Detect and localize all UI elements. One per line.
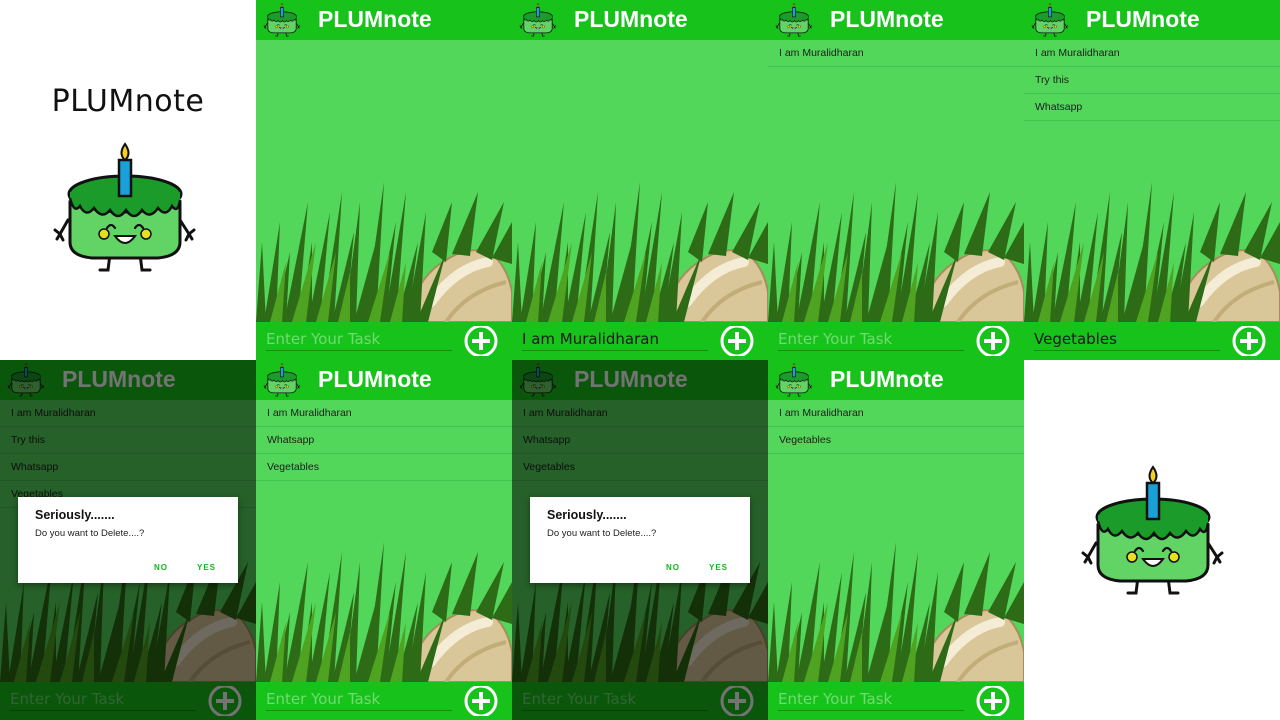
task-list-area: I am Muralidharan Vegetables — [768, 400, 1024, 682]
task-list: I am Muralidharan Try this Whatsapp — [1024, 40, 1280, 121]
grass-rock-illustration — [768, 182, 1024, 322]
input-bar — [256, 322, 512, 360]
app-screen-typing-vegetables: PLUMnote I am Muralidharan Try this Whatsa… — [1024, 0, 1280, 360]
input-bar — [768, 682, 1024, 720]
grass-rock-illustration — [768, 542, 1024, 682]
app-bar: PLUMnote — [768, 360, 1024, 400]
app-screen-one-item: PLUMnote I am Muralidharan — [768, 0, 1024, 360]
input-bar — [512, 322, 768, 360]
app-bar: PLUMnote — [1024, 0, 1280, 40]
task-input[interactable] — [266, 688, 452, 711]
dialog-no-button[interactable]: NO — [666, 563, 680, 572]
cake-mascot-icon — [263, 3, 301, 37]
dialog-message: Do you want to Delete....? — [35, 528, 145, 539]
task-list-area: I am Muralidharan — [768, 40, 1024, 322]
dialog-no-button[interactable]: NO — [154, 563, 168, 572]
grass-rock-illustration — [1024, 182, 1280, 322]
dialog-yes-button[interactable]: YES — [197, 563, 216, 572]
task-list-item[interactable]: I am Muralidharan — [768, 400, 1024, 427]
task-list-item[interactable]: Whatsapp — [256, 427, 512, 454]
input-bar — [256, 682, 512, 720]
task-input[interactable] — [1034, 328, 1220, 351]
splash-screen-2 — [1024, 360, 1280, 720]
cake-mascot-icon — [775, 363, 813, 397]
cake-mascot-icon — [519, 3, 557, 37]
app-title: PLUMnote — [574, 6, 688, 32]
app-screen-after-delete-2: PLUMnote I am Muralidharan Vegetables — [768, 360, 1024, 720]
task-list-item[interactable]: Vegetables — [768, 427, 1024, 454]
app-title: PLUMnote — [318, 6, 432, 32]
cake-mascot-icon — [1031, 3, 1069, 37]
task-list-area: I am Muralidharan Try this Whatsapp — [1024, 40, 1280, 322]
grass-rock-illustration — [256, 182, 512, 322]
app-title: PLUMnote — [830, 366, 944, 392]
app-bar: PLUMnote — [768, 0, 1024, 40]
task-list-item[interactable]: I am Muralidharan — [1024, 40, 1280, 67]
task-input[interactable] — [522, 328, 708, 351]
delete-confirm-dialog: Seriously....... Do you want to Delete..… — [530, 497, 750, 583]
dialog-yes-button[interactable]: YES — [709, 563, 728, 572]
app-title: PLUMnote — [830, 6, 944, 32]
cake-mascot-icon — [263, 363, 301, 397]
app-screen-empty: PLUMnote — [256, 0, 512, 360]
task-list: I am MuralidharanWhatsappVegetables — [256, 400, 512, 481]
task-list: I am Muralidharan — [768, 40, 1024, 67]
plus-circle-icon[interactable] — [718, 326, 756, 356]
app-bar: PLUMnote — [256, 0, 512, 40]
input-bar — [1024, 322, 1280, 360]
app-bar: PLUMnote — [256, 360, 512, 400]
app-screen-after-delete-1: PLUMnote I am Muralidharan Whatsapp Vegeta… — [256, 360, 512, 720]
task-list-item[interactable]: I am Muralidharan — [256, 400, 512, 427]
app-screen-delete-dialog-2: PLUMnote I am MuralidharanWhatsappVegeta… — [512, 360, 768, 720]
plus-circle-icon[interactable] — [462, 326, 500, 356]
cake-mascot-icon — [53, 142, 196, 272]
task-list-area — [512, 40, 768, 322]
app-bar: PLUMnote — [512, 0, 768, 40]
app-screen-delete-dialog-1: PLUMnote I am MuralidharanTry thisWhatsa… — [0, 360, 256, 720]
delete-confirm-dialog: Seriously....... Do you want to Delete..… — [18, 497, 238, 583]
task-list-item[interactable]: Try this — [1024, 67, 1280, 94]
cake-mascot-icon — [775, 3, 813, 37]
grass-rock-illustration — [256, 542, 512, 682]
task-list-item[interactable]: Vegetables — [256, 454, 512, 481]
input-bar — [768, 322, 1024, 360]
task-list-area — [256, 40, 512, 322]
splash-screen-1: PLUMnote — [0, 0, 256, 360]
grass-rock-illustration — [512, 182, 768, 322]
dialog-title: Seriously....... — [547, 508, 627, 522]
cake-mascot-icon — [1081, 465, 1224, 595]
app-screen-typing: PLUMnote — [512, 0, 768, 360]
plus-circle-icon[interactable] — [1230, 326, 1268, 356]
plus-circle-icon[interactable] — [974, 686, 1012, 716]
task-list: I am Muralidharan Vegetables — [768, 400, 1024, 454]
plus-circle-icon[interactable] — [462, 686, 500, 716]
task-input[interactable] — [778, 328, 964, 351]
task-input[interactable] — [778, 688, 964, 711]
task-list-item[interactable]: Whatsapp — [1024, 94, 1280, 121]
app-title: PLUMnote — [318, 366, 432, 392]
task-list-area: I am MuralidharanWhatsappVegetables — [256, 400, 512, 682]
plus-circle-icon[interactable] — [974, 326, 1012, 356]
task-list-item[interactable]: I am Muralidharan — [768, 40, 1024, 67]
app-title: PLUMnote — [1086, 6, 1200, 32]
dialog-message: Do you want to Delete....? — [547, 528, 657, 539]
dialog-title: Seriously....... — [35, 508, 115, 522]
task-input[interactable] — [266, 328, 452, 351]
splash-title: PLUMnote — [51, 84, 205, 119]
